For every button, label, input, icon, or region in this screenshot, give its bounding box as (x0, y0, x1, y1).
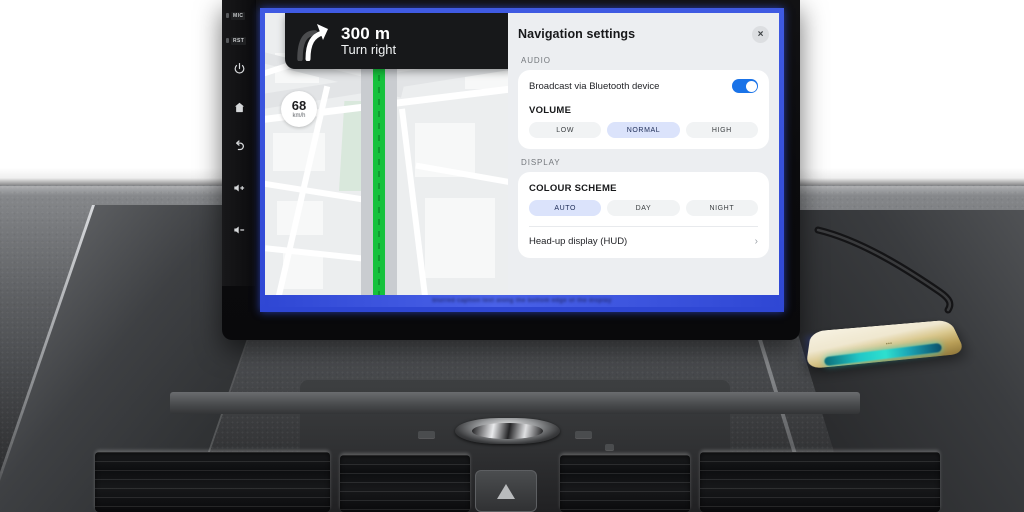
volume-up-button[interactable] (222, 173, 256, 203)
box-logo: ••• (885, 340, 893, 348)
colour-option-night[interactable]: NIGHT (685, 200, 758, 216)
console-emblem (455, 418, 560, 444)
hud-settings-row[interactable]: Head-up display (HUD) › (529, 236, 758, 247)
navigation-settings-panel: Navigation settings × AUDIO Broadcast vi… (508, 13, 779, 307)
colour-option-auto[interactable]: AUTO (529, 200, 602, 216)
head-unit-button-rail: MIC RST (222, 0, 256, 286)
close-icon[interactable]: × (752, 25, 769, 43)
console-button-left[interactable] (418, 431, 435, 438)
console-button-right[interactable] (575, 431, 592, 438)
caption-strip: blurred caption text along the bottom ed… (265, 295, 779, 307)
map-view[interactable]: 68 km/h 300 m Turn right (265, 13, 509, 307)
bluetooth-broadcast-toggle[interactable] (732, 79, 758, 93)
section-label-audio: AUDIO (521, 56, 551, 65)
volume-option-high[interactable]: HIGH (685, 122, 758, 138)
scene: MIC RST 68 km/h 300 m Turn right Navigat… (0, 0, 1024, 512)
power-button[interactable] (222, 53, 256, 83)
colour-option-day[interactable]: DAY (607, 200, 680, 216)
screen-bezel-glow: 68 km/h 300 m Turn right Navigation sett… (260, 8, 784, 312)
console-trim-bar (170, 392, 860, 414)
turn-instruction: Turn right (341, 42, 397, 58)
air-vent-right (700, 452, 940, 512)
hazard-light-button[interactable] (475, 470, 537, 512)
page-title: Navigation settings (518, 27, 636, 41)
volume-segmented-control: LOW NORMAL HIGH (529, 122, 758, 138)
turn-distance: 300 m (341, 24, 391, 44)
car-head-unit: MIC RST 68 km/h 300 m Turn right Navigat… (222, 0, 800, 340)
speed-value: 68 (291, 98, 307, 113)
home-button[interactable] (222, 92, 256, 122)
speed-badge: 68 km/h (281, 91, 317, 127)
chevron-right-icon: › (754, 236, 758, 247)
screen: 68 km/h 300 m Turn right Navigation sett… (265, 13, 779, 307)
mic-label: MIC (226, 10, 254, 21)
turn-instruction-banner: 300 m Turn right (285, 13, 509, 69)
reset-label: RST (226, 35, 254, 46)
volume-group-title: VOLUME (529, 105, 572, 116)
section-label-display: DISPLAY (521, 158, 561, 167)
speed-unit: km/h (292, 113, 306, 119)
console-indicator (605, 444, 614, 450)
volume-option-normal[interactable]: NORMAL (607, 122, 680, 138)
card-divider (529, 226, 758, 227)
colour-scheme-group-title: COLOUR SCHEME (529, 183, 617, 194)
colour-scheme-segmented-control: AUTO DAY NIGHT (529, 200, 758, 216)
bluetooth-broadcast-label: Broadcast via Bluetooth device (529, 80, 660, 92)
display-settings-card: COLOUR SCHEME AUTO DAY NIGHT Head-up dis… (518, 172, 769, 258)
hud-label: Head-up display (HUD) (529, 236, 628, 247)
hazard-triangle-icon (497, 483, 515, 499)
air-vent-center-right (560, 455, 690, 512)
back-button[interactable] (222, 131, 256, 161)
volume-down-button[interactable] (222, 215, 256, 245)
settings-header: Navigation settings × (518, 21, 769, 47)
audio-settings-card: Broadcast via Bluetooth device VOLUME LO… (518, 70, 769, 149)
turn-right-arrow-icon (295, 21, 333, 62)
android-media-box: ••• (800, 226, 980, 380)
caption-text: blurred caption text along the bottom ed… (432, 298, 612, 304)
volume-option-low[interactable]: LOW (529, 122, 602, 138)
air-vent-left (95, 452, 330, 512)
air-vent-center-left (340, 455, 470, 512)
bluetooth-broadcast-row[interactable]: Broadcast via Bluetooth device (529, 79, 758, 93)
